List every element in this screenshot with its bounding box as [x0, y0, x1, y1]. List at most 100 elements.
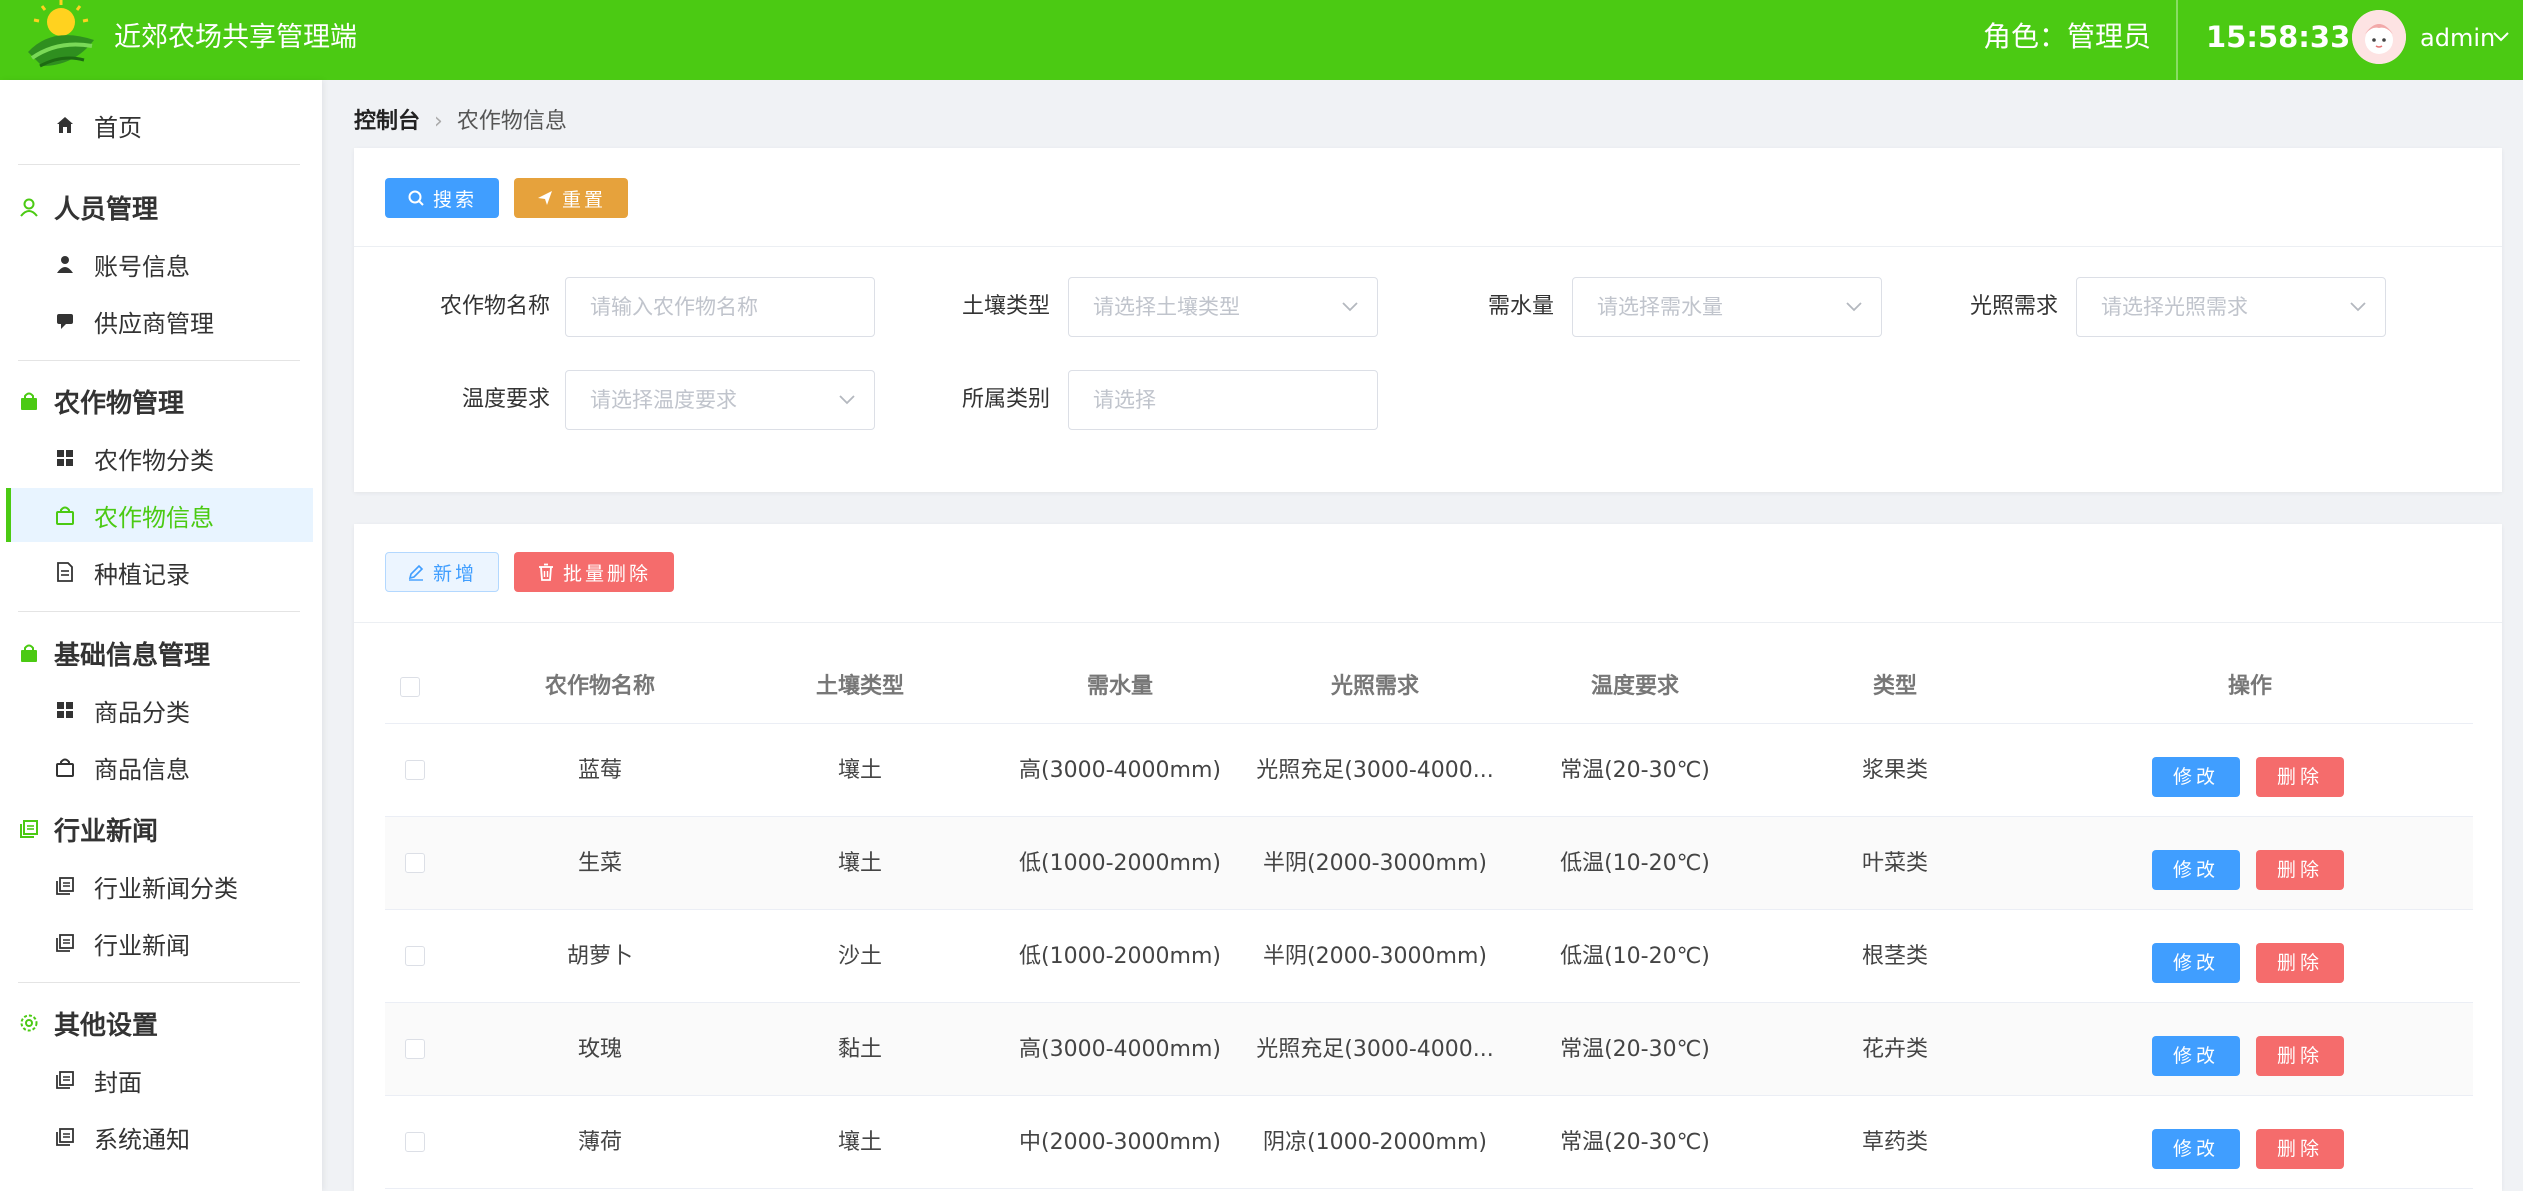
select-all-checkbox[interactable] — [400, 677, 420, 697]
row-checkbox[interactable] — [405, 760, 425, 780]
temperature-placeholder: 请选择温度要求 — [590, 388, 737, 412]
breadcrumb: 控制台 › 农作物信息 — [354, 108, 567, 136]
column-header-water-need[interactable]: 需水量 — [990, 666, 1250, 708]
sidebar-item-home[interactable]: 首页 — [8, 98, 313, 152]
sidebar-item-cover[interactable]: 封面 — [8, 1053, 313, 1107]
row-checkbox[interactable] — [405, 1132, 425, 1152]
home-icon — [54, 114, 76, 136]
cell-soil-type: 壤土 — [837, 1130, 882, 1155]
sidebar-item-notifications[interactable]: 系统通知 — [8, 1110, 313, 1164]
sidebar-item-product-categories[interactable]: 商品分类 — [8, 683, 313, 737]
cell-light-need: 光照充足(3000-4000... — [1256, 758, 1494, 783]
category-input[interactable]: 请选择 — [1068, 370, 1378, 430]
sidebar-item-label: 账号信息 — [94, 252, 190, 281]
sidebar-group-news[interactable]: 行业新闻 — [0, 802, 322, 856]
search-button[interactable]: 搜索 — [385, 178, 499, 218]
crop-name-label: 农作物名称 — [439, 294, 550, 319]
sidebar-item-label: 首页 — [94, 113, 142, 142]
edit-button[interactable]: 修改 — [2152, 1129, 2240, 1169]
edit-button[interactable]: 修改 — [2152, 943, 2240, 983]
sidebar: 首页 人员管理 账号信息 供应商管理 农作物管理 农作物分类 农作物信息 种植记… — [0, 80, 322, 1191]
edit-button[interactable]: 修改 — [2152, 850, 2240, 890]
delete-button[interactable]: 删除 — [2256, 943, 2344, 983]
sidebar-item-news[interactable]: 行业新闻 — [8, 916, 313, 970]
sidebar-item-product-info[interactable]: 商品信息 — [8, 740, 313, 794]
delete-button[interactable]: 删除 — [2256, 757, 2344, 797]
avatar[interactable] — [2352, 10, 2406, 64]
bag-outline-icon — [54, 504, 76, 526]
soil-type-placeholder: 请选择土壤类型 — [1093, 295, 1240, 319]
column-header-light-need[interactable]: 光照需求 — [1250, 666, 1500, 708]
sidebar-group-personnel[interactable]: 人员管理 — [0, 180, 322, 234]
cell-soil-type: 沙土 — [837, 944, 882, 969]
temperature-label: 温度要求 — [461, 387, 550, 412]
search-button-label: 搜索 — [432, 188, 477, 211]
sidebar-item-crop-categories[interactable]: 农作物分类 — [8, 431, 313, 485]
sidebar-item-planting-records[interactable]: 种植记录 — [8, 545, 313, 599]
sidebar-group-crops[interactable]: 农作物管理 — [0, 374, 322, 428]
column-header-soil-type[interactable]: 土壤类型 — [730, 666, 990, 708]
sidebar-group-basic-info[interactable]: 基础信息管理 — [0, 626, 322, 680]
reset-button[interactable]: 重置 — [514, 178, 628, 218]
copy-icon — [54, 1126, 76, 1148]
sidebar-item-label: 种植记录 — [94, 560, 190, 589]
sidebar-group-label: 农作物管理 — [54, 388, 185, 419]
edit-icon — [407, 563, 425, 581]
cell-soil-type: 黏土 — [837, 1037, 882, 1062]
delete-button[interactable]: 删除 — [2256, 1129, 2344, 1169]
sidebar-group-settings[interactable]: 其他设置 — [0, 996, 322, 1050]
column-header-temperature[interactable]: 温度要求 — [1505, 666, 1765, 708]
soil-type-select[interactable]: 请选择土壤类型 — [1068, 277, 1378, 337]
add-button[interactable]: 新增 — [385, 552, 499, 592]
bag-outline-icon — [54, 756, 76, 778]
cell-temperature: 常温(20-30℃) — [1560, 1037, 1710, 1062]
sidebar-item-crop-info[interactable]: 农作物信息 — [6, 488, 313, 542]
crop-name-input[interactable]: 请输入农作物名称 — [565, 277, 875, 337]
person-icon — [54, 253, 76, 275]
cell-type: 花卉类 — [1861, 1037, 1928, 1062]
soil-type-label: 土壤类型 — [961, 294, 1050, 319]
cell-light-need: 光照充足(3000-4000... — [1256, 1037, 1494, 1062]
row-checkbox[interactable] — [405, 946, 425, 966]
chevron-down-icon[interactable] — [2491, 30, 2511, 44]
chevron-down-icon — [839, 395, 855, 405]
search-icon — [407, 189, 425, 207]
app-title: 近郊农场共享管理端 — [114, 22, 357, 53]
light-need-select[interactable]: 请选择光照需求 — [2076, 277, 2386, 337]
delete-button[interactable]: 删除 — [2256, 850, 2344, 890]
water-need-select[interactable]: 请选择需水量 — [1572, 277, 1882, 337]
cell-light-need: 阴凉(1000-2000mm) — [1263, 1130, 1487, 1155]
username[interactable]: admin — [2420, 22, 2495, 54]
bag-icon — [18, 390, 40, 412]
panel-divider — [354, 622, 2502, 623]
edit-button[interactable]: 修改 — [2152, 757, 2240, 797]
sidebar-item-label: 农作物分类 — [94, 446, 214, 475]
breadcrumb-root[interactable]: 控制台 — [354, 108, 420, 136]
sidebar-item-news-categories[interactable]: 行业新闻分类 — [8, 859, 313, 913]
sidebar-group-label: 其他设置 — [54, 1010, 159, 1041]
cell-type: 浆果类 — [1861, 758, 1928, 783]
avatar-face-icon — [2352, 10, 2406, 64]
user-role: 角色：管理员 — [1983, 20, 2152, 53]
row-checkbox[interactable] — [405, 853, 425, 873]
copy-icon — [54, 932, 76, 954]
clock: 15:58:33 — [2206, 20, 2351, 54]
row-checkbox[interactable] — [405, 1039, 425, 1059]
sidebar-item-label: 商品信息 — [94, 755, 190, 784]
panel-divider — [354, 246, 2502, 247]
light-need-label: 光照需求 — [1969, 294, 2058, 319]
column-header-crop-name[interactable]: 农作物名称 — [470, 666, 730, 708]
cell-temperature: 低温(10-20℃) — [1560, 944, 1710, 969]
sidebar-item-suppliers[interactable]: 供应商管理 — [8, 294, 313, 348]
batch-delete-button[interactable]: 批量删除 — [514, 552, 674, 592]
sidebar-item-label: 行业新闻 — [94, 931, 190, 960]
search-panel: 搜索 重置 农作物名称 请输入农作物名称 土壤类型 请选择土壤类型 需水量 请选… — [354, 148, 2502, 492]
sidebar-item-accounts[interactable]: 账号信息 — [8, 237, 313, 291]
chevron-down-icon — [1846, 302, 1862, 312]
sidebar-item-label: 系统通知 — [94, 1125, 190, 1154]
edit-button[interactable]: 修改 — [2152, 1036, 2240, 1076]
delete-button[interactable]: 删除 — [2256, 1036, 2344, 1076]
sidebar-divider — [18, 611, 300, 612]
column-header-type[interactable]: 类型 — [1765, 666, 2025, 708]
temperature-select[interactable]: 请选择温度要求 — [565, 370, 875, 430]
